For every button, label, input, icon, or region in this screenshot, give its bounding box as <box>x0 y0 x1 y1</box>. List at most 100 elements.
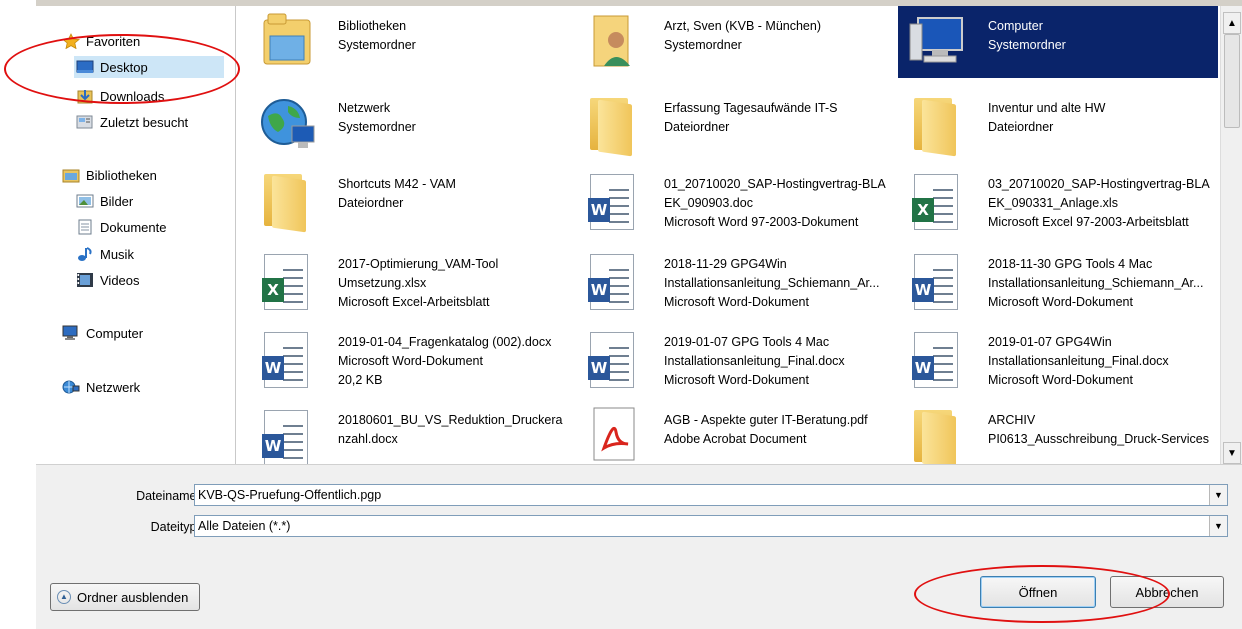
nav-item-musik[interactable]: Musik <box>76 243 134 265</box>
filetype-dropdown-button[interactable]: ▼ <box>1209 516 1227 536</box>
chevron-down-icon: ▼ <box>1214 521 1223 531</box>
file-detail: Microsoft Word-Dokument <box>988 295 1133 309</box>
nav-item-label: Computer <box>86 325 144 341</box>
recent-places-icon <box>76 114 94 130</box>
file-item[interactable]: X 03_20710020_SAP-Hostingvertrag-BLA EK_09… <box>898 162 1218 236</box>
file-item[interactable]: ARCHIV PI0613_Ausschreibung_Druck-Service… <box>898 398 1218 464</box>
nav-item-zuletzt-besucht[interactable]: Zuletzt besucht <box>76 111 188 133</box>
file-name: 2018-11-30 GPG Tools 4 Mac <box>988 257 1153 271</box>
scroll-down-button[interactable]: ▼ <box>1223 442 1241 464</box>
desktop-icon <box>76 59 94 75</box>
file-name: 2017-Optimierung_VAM-Tool <box>338 257 499 271</box>
left-margin <box>0 0 36 629</box>
nav-item-dokumente[interactable]: Dokumente <box>76 216 166 238</box>
vertical-scrollbar[interactable]: ▲ ▼ <box>1220 6 1242 464</box>
file-item[interactable]: X 2017-Optimierung_VAM-Tool Umsetzung.xlsx… <box>248 242 568 316</box>
file-name: 2019-01-07 GPG4Win <box>988 335 1112 349</box>
nav-item-label: Bilder <box>100 193 134 209</box>
file-item[interactable]: Arzt, Sven (KVB - München) Systemordner <box>574 6 894 78</box>
file-item[interactable]: W 2019-01-07 GPG Tools 4 Mac Installations… <box>574 320 894 394</box>
file-detail: 20,2 KB <box>338 373 383 387</box>
file-detail: Microsoft Word-Dokument <box>664 295 809 309</box>
file-detail: Installationsanleitung_Schiemann_Ar... <box>664 276 880 290</box>
file-item[interactable]: AGB - Aspekte guter IT-Beratung.pdf Adobe… <box>574 398 894 464</box>
folder-icon <box>584 92 644 157</box>
file-detail: EK_090903.doc <box>664 196 753 210</box>
file-name: Computer <box>988 19 1043 33</box>
file-item[interactable]: W 2019-01-04_Fragenkatalog (002).docx Micr… <box>248 320 568 394</box>
nav-item-bilder[interactable]: Bilder <box>76 190 133 212</box>
file-name: 20180601_BU_VS_Reduktion_Druckera <box>338 413 563 427</box>
dialog-footer: Dateiname: KVB-QS-Pruefung-Offentlich.pg… <box>36 464 1242 629</box>
hide-folders-label: Ordner ausblenden <box>77 589 189 605</box>
videos-icon <box>76 272 94 288</box>
file-detail: Installationsanleitung_Final.docx <box>664 354 845 368</box>
file-item[interactable]: Netzwerk Systemordner <box>248 86 568 160</box>
file-detail: nzahl.docx <box>338 432 398 446</box>
file-detail: Systemordner <box>338 38 416 52</box>
file-detail: Microsoft Word-Dokument <box>664 373 809 387</box>
computer-icon <box>908 10 968 72</box>
word-doc-icon: W <box>258 326 318 388</box>
filetype-label: Dateityp: <box>150 520 200 534</box>
file-name: Netzwerk <box>338 101 391 115</box>
file-item[interactable]: W 2018-11-30 GPG Tools 4 Mac Installations… <box>898 242 1218 316</box>
file-item[interactable]: W 01_20710020_SAP-Hostingvertrag-BLA EK_09… <box>574 162 894 236</box>
excel-doc-icon: X <box>908 168 968 230</box>
file-name: 2018-11-29 GPG4Win <box>664 257 787 271</box>
nav-item-downloads[interactable]: Downloads <box>76 85 164 107</box>
filename-label: Dateiname: <box>136 489 200 503</box>
file-detail: Microsoft Excel-Arbeitsblatt <box>338 295 490 309</box>
nav-item-label: Zuletzt besucht <box>100 114 189 130</box>
file-item[interactable]: W 2019-01-07 GPG4Win Installationsanleitun… <box>898 320 1218 394</box>
nav-item-label: Downloads <box>100 88 165 104</box>
filetype-select[interactable]: Alle Dateien (*.*) ▼ <box>194 515 1228 537</box>
nav-item-label: Dokumente <box>100 219 167 235</box>
arrow-up-icon: ▲ <box>1227 17 1237 29</box>
nav-item-label: Desktop <box>100 59 148 75</box>
scrollbar-thumb[interactable] <box>1224 34 1240 128</box>
file-detail: Systemordner <box>338 120 416 134</box>
filename-field[interactable]: KVB-QS-Pruefung-Offentlich.pgp ▼ <box>194 484 1228 506</box>
hide-folders-button[interactable]: ▲ Ordner ausblenden <box>50 583 200 611</box>
filename-dropdown-button[interactable]: ▼ <box>1209 485 1227 505</box>
cancel-button-label: Abbrechen <box>1135 584 1199 600</box>
file-detail: Umsetzung.xlsx <box>338 276 427 290</box>
file-item[interactable]: Bibliotheken Systemordner <box>248 6 568 78</box>
file-detail: Microsoft Excel 97-2003-Arbeitsblatt <box>988 215 1189 229</box>
file-item[interactable]: W 2018-11-29 GPG4Win Installationsanleitun… <box>574 242 894 316</box>
network-globe-icon <box>258 92 318 154</box>
navigation-pane: Favoriten Desktop Downloads Zuletzt besu… <box>36 6 236 464</box>
nav-item-videos[interactable]: Videos <box>76 269 140 291</box>
nav-item-label: Musik <box>100 246 134 262</box>
open-button[interactable]: Öffnen <box>980 576 1096 608</box>
file-detail: Microsoft Word 97-2003-Dokument <box>664 215 859 229</box>
file-name: Erfassung Tagesaufwände IT-S <box>664 101 838 115</box>
file-name: 2019-01-04_Fragenkatalog (002).docx <box>338 335 552 349</box>
file-detail: EK_090331_Anlage.xls <box>988 196 1118 210</box>
nav-item-bibliotheken[interactable]: Bibliotheken <box>62 164 157 186</box>
nav-item-label: Videos <box>100 272 140 288</box>
nav-item-desktop[interactable]: Desktop <box>74 56 224 78</box>
nav-item-label: Netzwerk <box>86 379 141 395</box>
nav-item-netzwerk[interactable]: Netzwerk <box>62 376 140 398</box>
word-doc-icon: W <box>584 168 644 230</box>
filename-value: KVB-QS-Pruefung-Offentlich.pgp <box>198 488 382 502</box>
computer-icon <box>62 325 80 341</box>
cancel-button[interactable]: Abbrechen <box>1110 576 1224 608</box>
pdf-doc-icon <box>584 404 644 464</box>
file-name: Bibliotheken <box>338 19 407 33</box>
file-item[interactable]: Shortcuts M42 - VAM Dateiordner <box>248 162 568 236</box>
file-detail: Dateiordner <box>664 120 730 134</box>
file-detail: Microsoft Word-Dokument <box>338 354 483 368</box>
file-list-view: Bibliotheken Systemordner Arzt, Sven (KVB … <box>238 6 1220 464</box>
file-item[interactable]: Computer Systemordner <box>898 6 1218 78</box>
file-item[interactable]: W 20180601_BU_VS_Reduktion_Druckera nzahl.… <box>248 398 568 464</box>
scroll-up-button[interactable]: ▲ <box>1223 12 1241 34</box>
downloads-icon <box>76 88 94 104</box>
file-name: 03_20710020_SAP-Hostingvertrag-BLA <box>988 177 1210 191</box>
file-item[interactable]: Inventur und alte HW Dateiordner <box>898 86 1218 160</box>
file-item[interactable]: Erfassung Tagesaufwände IT-S Dateiordner <box>574 86 894 160</box>
nav-item-favoriten[interactable]: Favoriten <box>62 30 140 52</box>
nav-item-computer[interactable]: Computer <box>62 322 143 344</box>
